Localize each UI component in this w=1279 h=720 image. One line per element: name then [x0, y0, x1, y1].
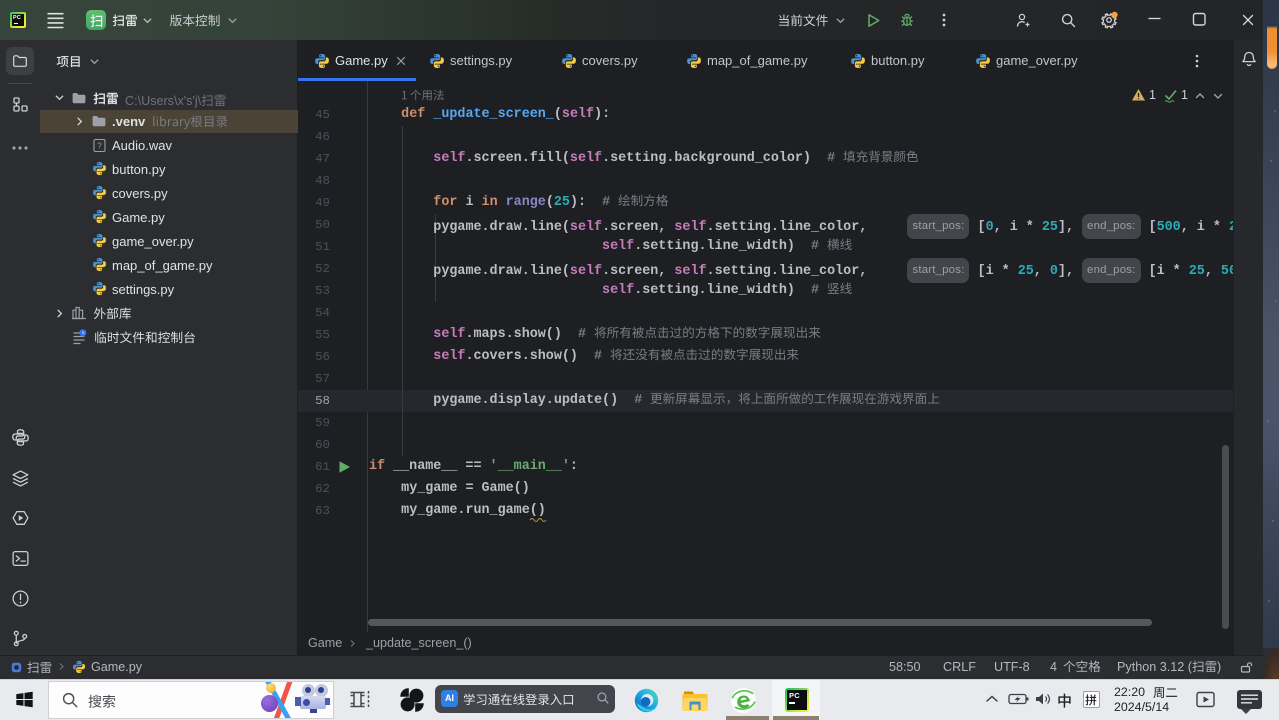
svg-text:?: ? — [97, 142, 102, 151]
